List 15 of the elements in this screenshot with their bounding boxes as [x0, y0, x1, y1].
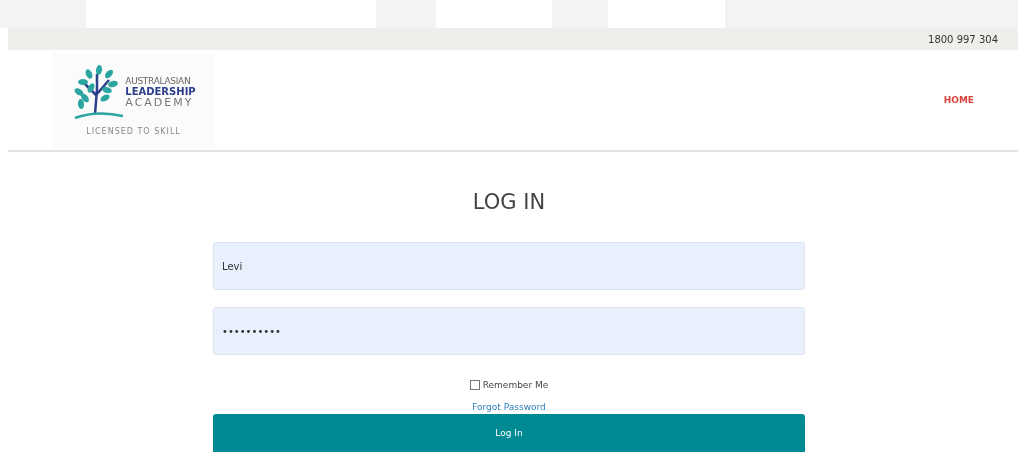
checkbox[interactable]: [469, 380, 480, 390]
checkbox-label: Remember Me: [482, 380, 549, 390]
nav-link[interactable]: HOME: [943, 95, 974, 105]
logo-tagline: LICENSED TO SKILL: [86, 127, 181, 136]
phone-number: 1800 997 304: [928, 33, 998, 45]
login-button[interactable]: Log In: [213, 414, 805, 452]
password-field[interactable]: ••••••••••: [213, 307, 805, 355]
logo-text: ACADEMY: [125, 97, 195, 109]
forgot-password-link[interactable]: Forgot Password: [472, 402, 546, 412]
logo-text: LEADERSHIP: [125, 86, 196, 98]
tree-icon: [71, 64, 124, 122]
logo[interactable]: AUSTRALASIAN LEADERSHIP ACADEMY LICENSED TO SKILL: [52, 53, 215, 147]
logo-text: AUSTRALASIAN: [125, 77, 192, 87]
page-title: LOG IN: [472, 190, 546, 214]
username-field[interactable]: Levi: [213, 242, 805, 290]
